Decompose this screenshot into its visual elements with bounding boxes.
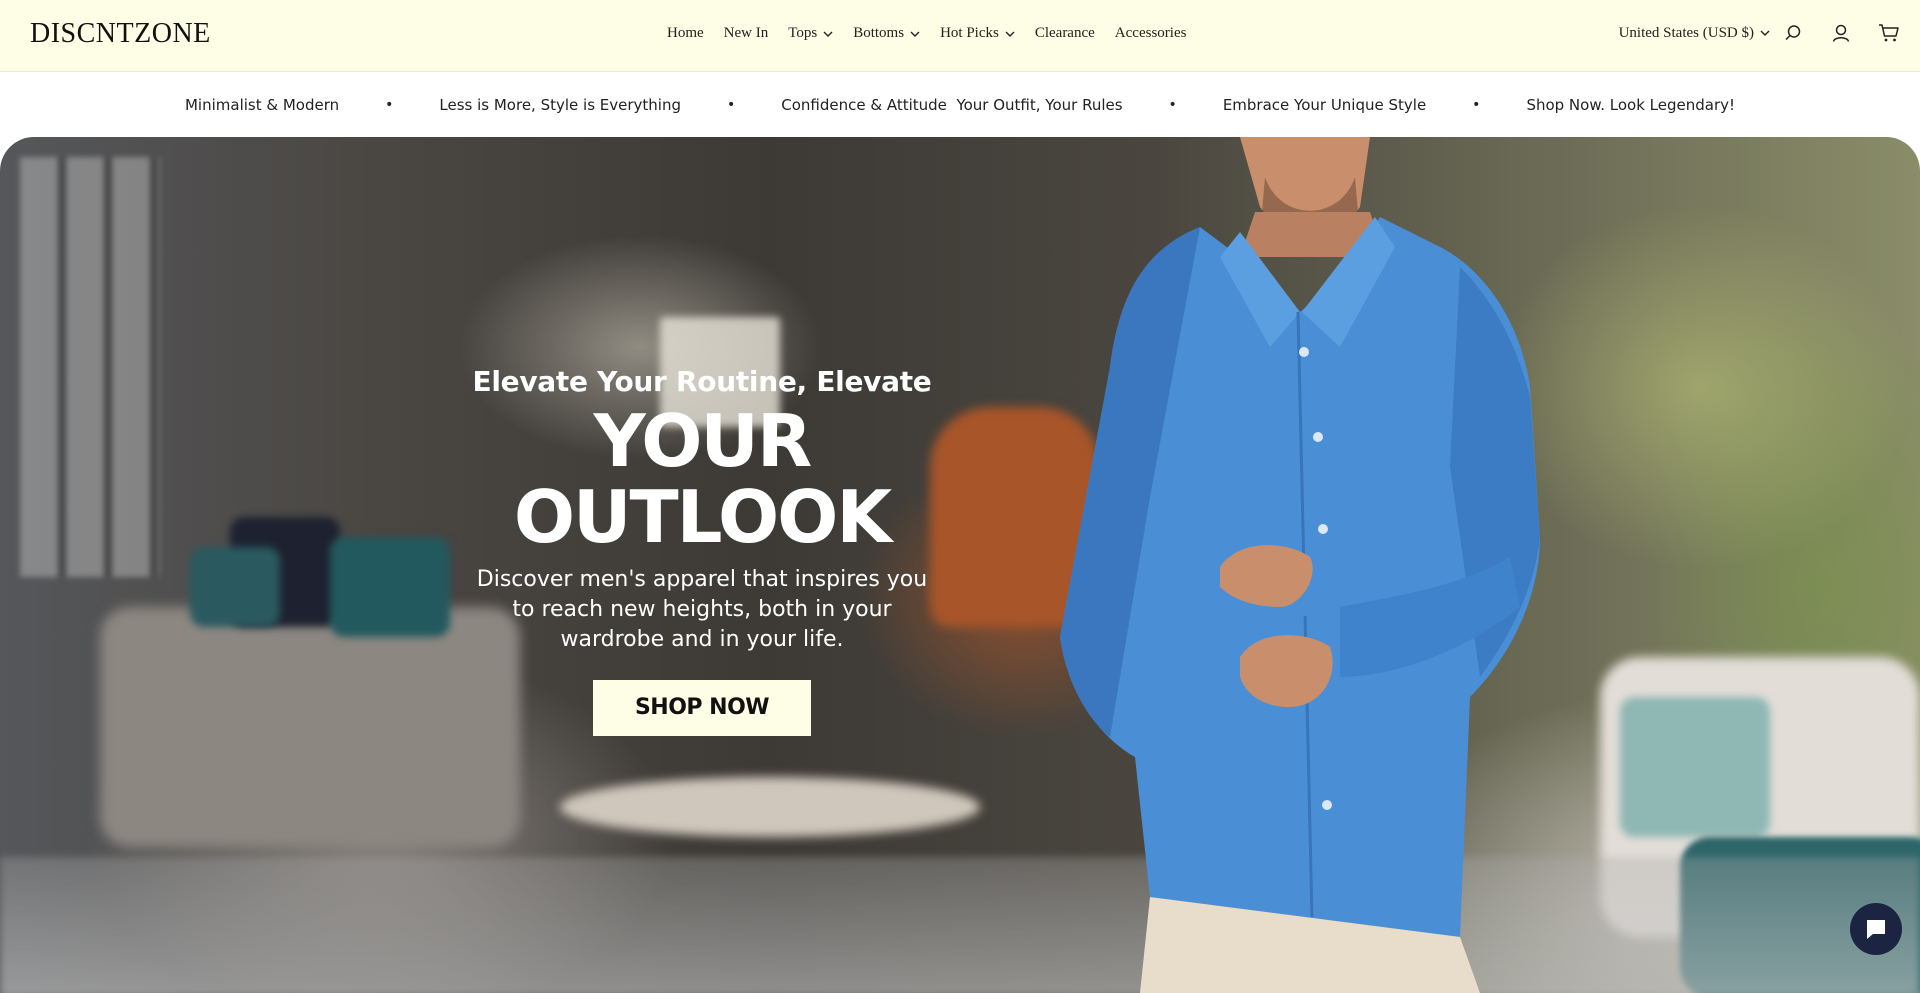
hero-kicker: Elevate Your Routine, Elevate	[472, 365, 932, 398]
hero-background-pillow	[190, 547, 280, 627]
announcement-marquee: Minimalist & Modern • Less is More, Styl…	[0, 73, 1920, 137]
hero-background-table	[560, 777, 980, 837]
marquee-item: Less is More, Style is Everything	[439, 96, 681, 114]
marquee-separator: •	[1168, 97, 1177, 113]
nav-item-accessories[interactable]: Accessories	[1115, 25, 1187, 42]
nav-item-home[interactable]: Home	[667, 25, 704, 42]
marquee-item: Shop Now. Look Legendary!	[1526, 96, 1736, 114]
marquee-item: Confidence & Attitude Your Outfit, Your …	[781, 96, 1123, 114]
locale-label: United States (USD $)	[1618, 24, 1754, 41]
account-icon[interactable]	[1830, 22, 1852, 44]
chevron-down-icon	[910, 31, 920, 37]
hero-banner: Elevate Your Routine, Elevate YOUR OUTLO…	[0, 137, 1920, 993]
nav-item-label: New In	[723, 25, 769, 41]
chat-icon	[1867, 920, 1885, 939]
site-logo[interactable]: DISCNTZONE	[30, 18, 211, 50]
hero-background-window	[20, 157, 160, 577]
chevron-down-icon	[1005, 31, 1015, 37]
hero-subtitle: Discover men's apparel that inspires you…	[476, 567, 928, 652]
hero-headline: YOUR OUTLOOK	[513, 399, 892, 559]
search-icon[interactable]	[1782, 22, 1804, 44]
chevron-down-icon	[1760, 30, 1770, 36]
nav-item-new-in[interactable]: New In	[724, 25, 769, 42]
nav-item-label: Clearance	[1034, 25, 1095, 41]
nav-item-label: Bottoms	[853, 25, 905, 41]
nav-item-label: Accessories	[1114, 25, 1187, 41]
header-actions: United States (USD $)	[1619, 22, 1900, 44]
marquee-item: Embrace Your Unique Style	[1222, 96, 1427, 114]
marquee-separator: •	[1472, 97, 1481, 113]
shop-now-button[interactable]: SHOP NOW	[593, 680, 811, 737]
nav-item-label: Tops	[788, 25, 818, 41]
hero-copy: Elevate Your Routine, Elevate YOUR OUTLO…	[400, 365, 1004, 737]
main-nav: Home New In Tops Bottoms Hot Picks Clear…	[667, 25, 1186, 42]
marquee-separator: •	[385, 97, 394, 113]
marquee-item: Minimalist & Modern	[184, 96, 340, 114]
marquee-separator: •	[727, 97, 736, 113]
chevron-down-icon	[823, 31, 833, 37]
cart-icon[interactable]	[1878, 22, 1900, 44]
locale-selector[interactable]: United States (USD $)	[1619, 25, 1770, 42]
nav-item-tops[interactable]: Tops	[788, 25, 833, 42]
nav-item-hot-picks[interactable]: Hot Picks	[940, 25, 1015, 42]
model-image	[1060, 137, 1540, 993]
site-header: DISCNTZONE Home New In Tops Bottoms Hot …	[0, 0, 1920, 72]
chat-launcher-button[interactable]	[1850, 903, 1902, 955]
nav-item-label: Hot Picks	[940, 25, 999, 41]
nav-item-bottoms[interactable]: Bottoms	[853, 25, 920, 42]
nav-item-label: Home	[667, 25, 704, 41]
nav-item-clearance[interactable]: Clearance	[1035, 25, 1095, 42]
